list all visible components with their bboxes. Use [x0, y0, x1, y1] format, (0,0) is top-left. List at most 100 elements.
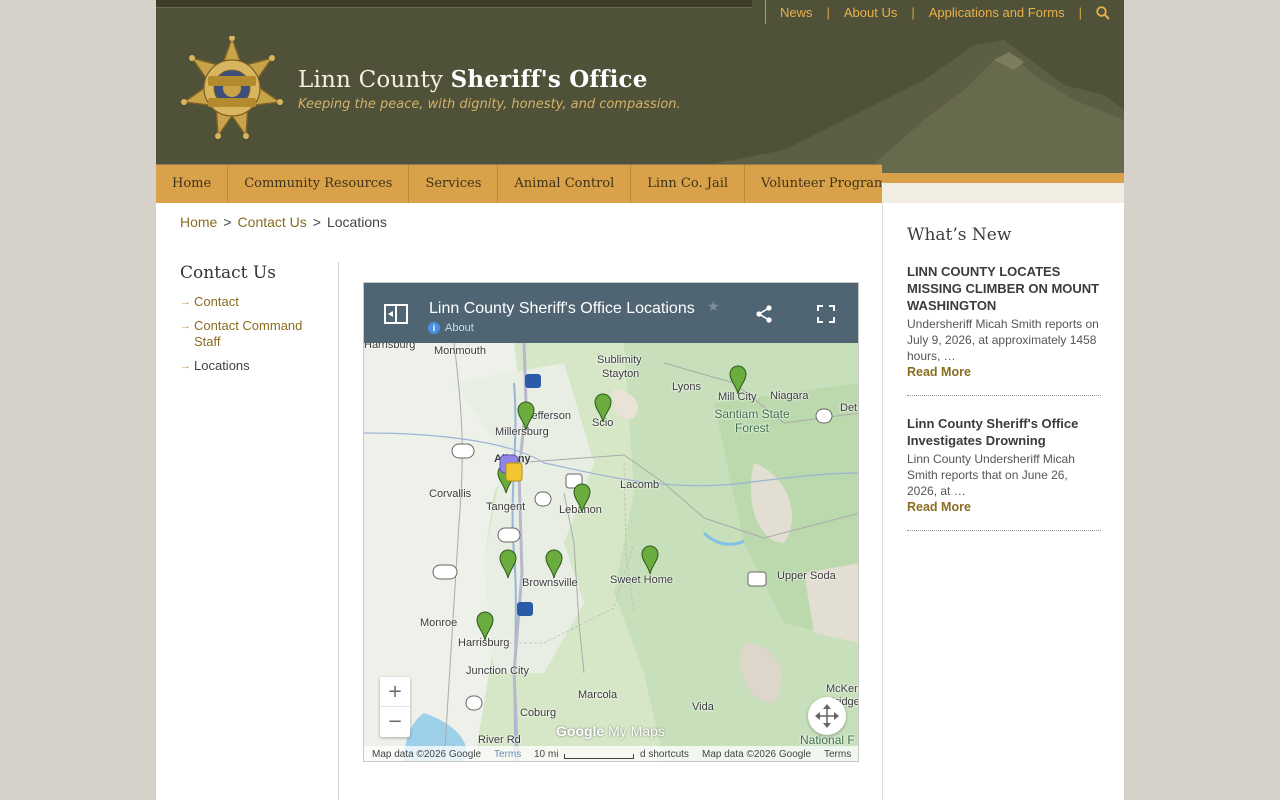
map-place-label: Lyons [672, 381, 701, 393]
map-place-label: Upper Soda [777, 570, 836, 582]
map-marker-pin-icon[interactable] [517, 401, 535, 431]
map-marker-pin-icon[interactable] [573, 483, 591, 513]
utility-nav: News | About Us | Applications and Forms… [764, 0, 1124, 24]
map-marker-pin-icon[interactable] [545, 549, 563, 579]
map-marker-pin-icon[interactable] [499, 549, 517, 579]
site-header: News | About Us | Applications and Forms… [156, 0, 1124, 173]
map-place-label: Det [840, 402, 858, 414]
map-place-label: Coburg [520, 707, 557, 719]
zoom-out-button[interactable]: − [380, 707, 410, 737]
map-title: Linn County Sheriff's Office Locations [429, 300, 695, 317]
map-marker-pin-icon[interactable] [476, 611, 494, 641]
sheriff-star-badge-icon[interactable] [180, 35, 284, 140]
main-nav: Home Community Resources Services Animal… [156, 164, 893, 203]
utility-separator: | [826, 4, 830, 20]
fullscreen-icon[interactable] [816, 304, 836, 324]
map-pan-control[interactable] [808, 697, 846, 735]
map-terms-link-right[interactable]: Terms [824, 749, 851, 760]
news-item: LINN COUNTY LOCATES MISSING CLIMBER ON M… [907, 263, 1101, 396]
breadcrumb-home[interactable]: Home [180, 214, 217, 230]
map-place-label: Corvallis [429, 488, 472, 500]
mountain-background [664, 40, 1124, 173]
map-place-label: Vida [692, 701, 714, 713]
star-icon[interactable]: ★ [707, 299, 720, 315]
site-title-light: Linn County [298, 67, 444, 93]
utility-separator: | [911, 4, 915, 20]
utility-link-news[interactable]: News [780, 5, 813, 20]
utility-link-about-us[interactable]: About Us [844, 5, 897, 20]
arrow-right-icon: → [180, 320, 191, 332]
keyboard-shortcuts-link[interactable]: d shortcuts [640, 749, 689, 760]
map-terms-link[interactable]: Terms [494, 749, 521, 760]
my-maps-logo-text: My Maps [608, 723, 665, 739]
breadcrumb-contact-us[interactable]: Contact Us [238, 214, 307, 230]
nav-item-animal-control[interactable]: Animal Control [498, 165, 632, 203]
google-my-maps-logo: Google My Maps [556, 723, 665, 739]
sidenav-item-contact-command-staff[interactable]: → Contact Command Staff [180, 318, 330, 350]
nav-item-home[interactable]: Home [156, 165, 229, 203]
page: News | About Us | Applications and Forms… [156, 0, 1124, 800]
site-title[interactable]: Linn County Sheriff's Office [298, 66, 648, 93]
sidenav-link[interactable]: Locations [194, 358, 250, 373]
map-header: Linn County Sheriff's Office Locations ★… [364, 283, 858, 343]
read-more-link[interactable]: Read More [907, 365, 1101, 379]
map-park-label: Santiam State Forest [714, 407, 790, 435]
open-sidebar-icon[interactable] [384, 303, 408, 325]
sidebar-top-bar [882, 173, 1124, 203]
zoom-in-button[interactable]: + [380, 677, 410, 707]
news-item: Linn County Sheriff's Office Investigate… [907, 415, 1101, 531]
map-place-label: Junction City [466, 665, 529, 677]
map-place-label: McKen [826, 683, 859, 695]
content-divider [338, 262, 339, 800]
info-icon: i [428, 322, 440, 334]
map-scale-bar [564, 754, 634, 759]
map-place-label: Sublimity [597, 354, 642, 366]
header-top-strip [156, 0, 752, 8]
news-headline[interactable]: Linn County Sheriff's Office Investigate… [907, 415, 1101, 449]
nav-item-linn-co-jail[interactable]: Linn Co. Jail [631, 165, 746, 203]
news-headline[interactable]: LINN COUNTY LOCATES MISSING CLIMBER ON M… [907, 263, 1101, 314]
map-marker-pin-icon[interactable] [594, 393, 612, 423]
read-more-link[interactable]: Read More [907, 500, 1101, 514]
map-embed[interactable]: Harrisburg Monmouth Sublimity Stayton Ly… [363, 282, 859, 762]
map-attribution-bar: Map data ©2026 Google Terms 10 mi d shor… [364, 746, 858, 761]
sidenav: → Contact → Contact Command Staff → Locatio… [180, 294, 330, 382]
nav-item-services[interactable]: Services [409, 165, 499, 203]
map-marker-pin-icon[interactable] [729, 365, 747, 395]
sidenav-link[interactable]: Contact Command Staff [194, 318, 302, 349]
map-place-label: Monroe [420, 617, 458, 629]
sidenav-link[interactable]: Contact [194, 294, 239, 309]
utility-link-applications-forms[interactable]: Applications and Forms [929, 5, 1065, 20]
share-icon[interactable] [754, 304, 774, 324]
nav-item-community-resources[interactable]: Community Resources [228, 165, 410, 203]
breadcrumb: Home > Contact Us > Locations [180, 214, 387, 230]
map-place-label: River Rd [478, 734, 521, 746]
map-place-label: Sweet Home [610, 574, 673, 586]
arrow-right-icon: → [180, 360, 191, 372]
map-data-attribution-right: Map data ©2026 Google [702, 749, 812, 760]
map-about-link[interactable]: i About [428, 322, 474, 334]
map-about-label: About [445, 322, 474, 334]
map-marker-pin-icon[interactable] [641, 545, 659, 575]
map-place-label: Lacomb [620, 479, 660, 491]
map-place-label: National F [800, 733, 855, 747]
news-summary: Linn County Undersheriff Micah Smith rep… [907, 452, 1075, 498]
pan-arrows-icon [815, 704, 839, 728]
map-place-label: Tangent [486, 501, 526, 513]
sidenav-item-contact[interactable]: → Contact [180, 294, 330, 310]
news-summary: Undersheriff Micah Smith reports on July… [907, 317, 1099, 363]
search-icon[interactable] [1096, 5, 1110, 20]
sidenav-item-locations[interactable]: → Locations [180, 358, 330, 374]
sidenav-title: Contact Us [180, 263, 276, 283]
sidebar: What’s New LINN COUNTY LOCATES MISSING C… [882, 203, 1124, 800]
utility-separator: | [1078, 4, 1082, 20]
breadcrumb-current: Locations [326, 214, 387, 230]
zoom-control: + − [380, 677, 410, 737]
map-canvas[interactable]: Harrisburg Monmouth Sublimity Stayton Ly… [364, 339, 859, 761]
site-tagline: Keeping the peace, with dignity, honesty… [298, 97, 681, 112]
map-place-label: Stayton [602, 368, 640, 380]
breadcrumb-separator: > [312, 214, 321, 230]
map-data-attribution: Map data ©2026 Google [372, 749, 482, 760]
map-facility-cluster-icon[interactable] [498, 453, 524, 483]
whats-new-title: What’s New [907, 225, 1012, 245]
